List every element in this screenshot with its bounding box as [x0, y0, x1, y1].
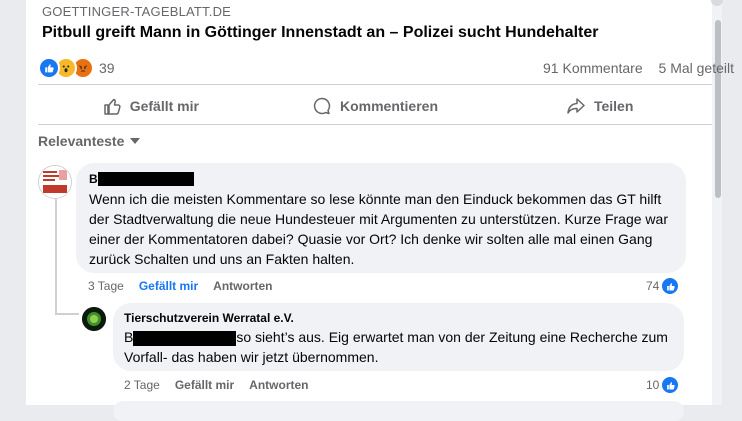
comment-time[interactable]: 3 Tage [88, 279, 124, 293]
comment-sort-dropdown[interactable]: Relevanteste [38, 133, 141, 149]
scrollbar-thumb[interactable] [715, 20, 721, 198]
reaction-summary[interactable]: 39 [38, 57, 115, 79]
post-stats: 91 Kommentare 5 Mal geteilt [531, 60, 734, 76]
comment-reply-button[interactable]: Antworten [213, 279, 272, 293]
thumbs-up-icon [661, 376, 680, 394]
post-headline[interactable]: Pitbull greift Mann in Göttinger Innenst… [42, 24, 598, 42]
comment-bubble: B Wenn ich die meisten Kommentare so les… [76, 163, 686, 273]
avatar[interactable] [82, 307, 106, 331]
comment-author[interactable]: Tierschutzverein Werratal e.V. [124, 311, 294, 325]
comment-reply-button[interactable]: Antworten [249, 378, 308, 392]
comment-button[interactable]: Kommentieren [263, 90, 488, 122]
shares-count[interactable]: 5 Mal geteilt [659, 60, 734, 76]
post-source[interactable]: GOETTINGER-TAGEBLATT.DE [42, 4, 231, 19]
comment-like-count[interactable]: 74 [646, 277, 680, 295]
comment-author[interactable]: B [89, 172, 98, 186]
comment-like-count[interactable]: 10 [646, 376, 680, 394]
comment-meta: 3 Tage Gefällt mir Antworten [88, 279, 288, 293]
comment-meta: 2 Tage Gefällt mir Antworten [124, 378, 324, 392]
comment-time[interactable]: 2 Tage [124, 378, 160, 392]
comment-text: Wenn ich die meisten Kommentare so lese … [89, 191, 668, 267]
divider [38, 124, 712, 125]
like-button[interactable]: Gefällt mir [38, 90, 263, 122]
like-label: Gefällt mir [129, 98, 199, 114]
like-count-value: 10 [646, 378, 660, 392]
comment-bubble [113, 401, 684, 421]
like-count-value: 74 [646, 279, 660, 293]
comments-count[interactable]: 91 Kommentare [543, 60, 643, 76]
share-button[interactable]: Teilen [487, 90, 712, 122]
redaction-bar [133, 330, 237, 346]
share-label: Teilen [593, 98, 634, 114]
comment-like-button[interactable]: Gefällt mir [139, 279, 198, 293]
thread-line [55, 313, 79, 315]
sort-label: Relevanteste [38, 133, 125, 149]
comment-text: Bso sieht’s aus. Eig erwartet man von de… [124, 327, 674, 367]
divider [38, 84, 712, 85]
like-reaction-icon [38, 57, 60, 79]
thumbs-up-icon [103, 98, 121, 115]
redaction-bar [97, 172, 194, 186]
share-icon [567, 98, 585, 114]
caret-down-icon [130, 138, 141, 144]
mention-name[interactable]: B [124, 329, 133, 345]
thumbs-up-icon [661, 277, 680, 295]
comment-like-button[interactable]: Gefällt mir [175, 378, 234, 392]
avatar[interactable] [38, 165, 72, 199]
thread-line [55, 199, 57, 314]
comment-bubble: Tierschutzverein Werratal e.V. Bso sieht… [113, 303, 684, 371]
reaction-count: 39 [99, 60, 115, 76]
post-actions: Gefällt mir Kommentieren Teilen [38, 90, 712, 122]
comment-label: Kommentieren [339, 98, 439, 114]
comment-icon [313, 97, 331, 115]
